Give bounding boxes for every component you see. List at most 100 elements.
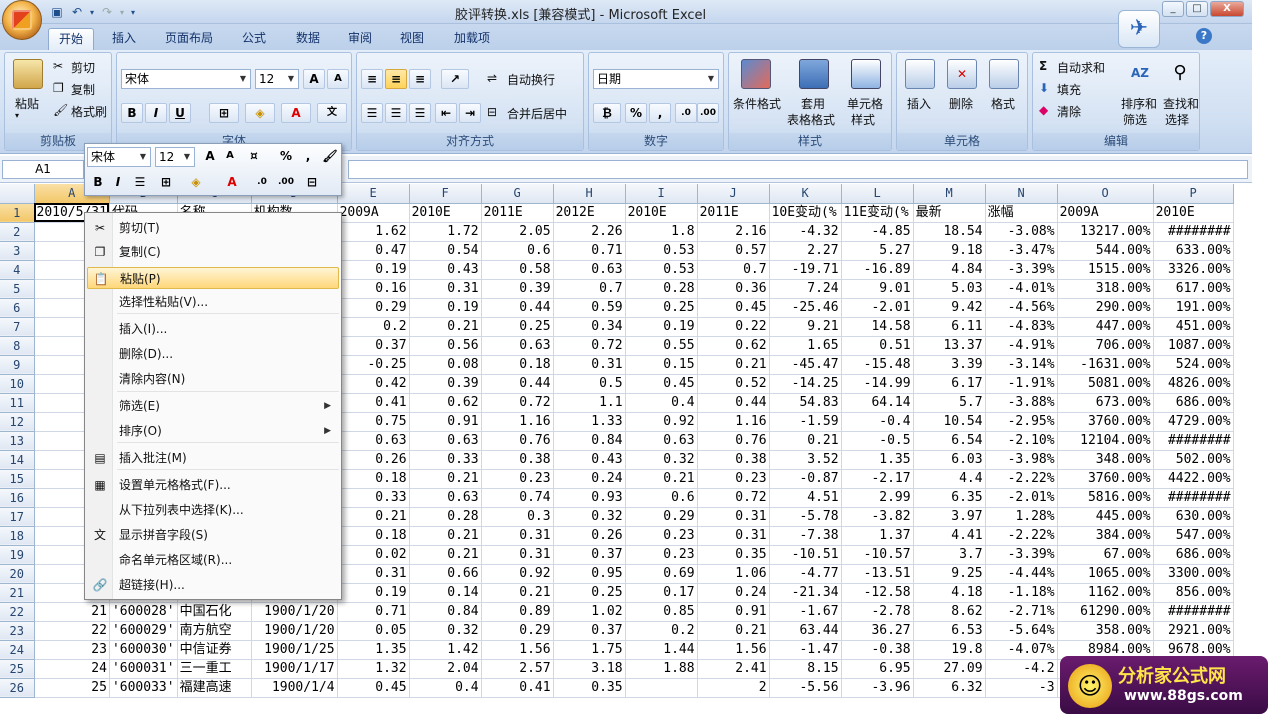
cell[interactable]: 0.29 xyxy=(625,507,698,527)
cell[interactable]: -2.01% xyxy=(985,488,1058,508)
cell[interactable]: 2.99 xyxy=(841,488,914,508)
paste-dropdown-icon[interactable]: ▾ xyxy=(15,111,19,120)
cell[interactable]: 0.22 xyxy=(697,317,770,337)
cell[interactable]: 12104.00% xyxy=(1057,431,1154,451)
mini-format-painter-icon[interactable]: 🖌 xyxy=(319,147,341,167)
cell[interactable]: 1.65 xyxy=(769,336,842,356)
maximize-button[interactable]: □ xyxy=(1186,1,1208,17)
cell[interactable]: 0.32 xyxy=(409,621,482,641)
cell[interactable]: 0.23 xyxy=(625,545,698,565)
cell[interactable]: -5.78 xyxy=(769,507,842,527)
cell[interactable]: 10.54 xyxy=(913,412,986,432)
cell[interactable]: 0.5 xyxy=(553,374,626,394)
cell[interactable]: 0.51 xyxy=(841,336,914,356)
cell[interactable]: 18.54 xyxy=(913,222,986,242)
cell[interactable]: -4.56% xyxy=(985,298,1058,318)
format-cells-button[interactable]: 格式 xyxy=(991,95,1015,112)
cell[interactable]: 0.36 xyxy=(697,279,770,299)
phonetic-icon[interactable]: 文 xyxy=(317,103,347,123)
column-header[interactable]: I xyxy=(625,184,698,204)
cell[interactable]: 0.23 xyxy=(697,469,770,489)
cell[interactable]: 0.4 xyxy=(409,678,482,698)
cell[interactable]: 1900/1/25 xyxy=(251,640,338,660)
cell[interactable]: 9.18 xyxy=(913,241,986,261)
cell[interactable]: 0.37 xyxy=(553,621,626,641)
cell[interactable]: 0.14 xyxy=(409,583,482,603)
cell[interactable]: 3.7 xyxy=(913,545,986,565)
cell[interactable]: -3 xyxy=(985,678,1058,698)
cell[interactable]: -4.77 xyxy=(769,564,842,584)
cell[interactable]: 1065.00% xyxy=(1057,564,1154,584)
column-header[interactable]: F xyxy=(409,184,482,204)
row-header[interactable]: 20 xyxy=(0,564,35,584)
cell[interactable]: 633.00% xyxy=(1153,241,1234,261)
cell[interactable]: 19.8 xyxy=(913,640,986,660)
cell[interactable]: 0.38 xyxy=(697,450,770,470)
mini-decrease-decimal-icon[interactable]: .00 xyxy=(275,173,297,193)
cell[interactable]: -4.01% xyxy=(985,279,1058,299)
cell[interactable]: 0.53 xyxy=(625,260,698,280)
mini-currency-icon[interactable]: ¤ xyxy=(243,147,265,167)
row-header[interactable]: 7 xyxy=(0,317,35,337)
cell[interactable]: -3.82 xyxy=(841,507,914,527)
tab-view[interactable]: 视图 xyxy=(390,28,434,50)
cell[interactable]: 0.2 xyxy=(337,317,410,337)
cell[interactable]: 0.54 xyxy=(409,241,482,261)
cell[interactable]: -10.57 xyxy=(841,545,914,565)
cell[interactable]: 0.66 xyxy=(409,564,482,584)
help-icon[interactable]: ? xyxy=(1196,28,1212,44)
cell[interactable]: -4.83% xyxy=(985,317,1058,337)
cell[interactable]: 0.21 xyxy=(769,431,842,451)
cell[interactable]: 4.4 xyxy=(913,469,986,489)
cell[interactable]: 23 xyxy=(34,640,110,660)
autosum-icon[interactable]: Σ xyxy=(1039,59,1047,73)
cell[interactable]: 0.32 xyxy=(625,450,698,470)
close-button[interactable]: X xyxy=(1210,1,1244,17)
cell[interactable]: 2.41 xyxy=(697,659,770,679)
cell[interactable]: 0.35 xyxy=(697,545,770,565)
cell[interactable]: 0.2 xyxy=(625,621,698,641)
cell[interactable]: 最新 xyxy=(913,203,986,223)
cell[interactable]: -4.44% xyxy=(985,564,1058,584)
mini-grow-font-icon[interactable]: A xyxy=(199,147,221,167)
cell[interactable]: 0.76 xyxy=(697,431,770,451)
cell[interactable]: 0.91 xyxy=(697,602,770,622)
cell[interactable]: -1.67 xyxy=(769,602,842,622)
cell[interactable]: 630.00% xyxy=(1153,507,1234,527)
number-format-combo[interactable]: 日期 ▼ xyxy=(593,69,719,89)
cell[interactable]: 福建高速 xyxy=(177,678,252,698)
minimize-button[interactable]: _ xyxy=(1162,1,1184,17)
cell[interactable]: 445.00% xyxy=(1057,507,1154,527)
cell[interactable]: -4.85 xyxy=(841,222,914,242)
context-menu-item[interactable]: 选择性粘贴(V)... xyxy=(87,291,339,313)
cell[interactable]: -15.48 xyxy=(841,355,914,375)
row-header[interactable]: 14 xyxy=(0,450,35,470)
row-header[interactable]: 23 xyxy=(0,621,35,641)
cell[interactable]: 673.00% xyxy=(1057,393,1154,413)
cell[interactable]: 0.69 xyxy=(625,564,698,584)
row-header[interactable]: 2 xyxy=(0,222,35,242)
column-header[interactable]: M xyxy=(913,184,986,204)
conditional-format-icon[interactable] xyxy=(741,59,771,89)
cell[interactable]: 1.44 xyxy=(625,640,698,660)
grow-font-button[interactable]: A xyxy=(303,69,325,89)
cell[interactable]: 1.16 xyxy=(481,412,554,432)
row-header[interactable]: 12 xyxy=(0,412,35,432)
cell[interactable]: 6.11 xyxy=(913,317,986,337)
cell[interactable]: 0.19 xyxy=(337,260,410,280)
cell[interactable]: -0.5 xyxy=(841,431,914,451)
cell[interactable]: -2.22% xyxy=(985,469,1058,489)
cell[interactable]: 0.21 xyxy=(625,469,698,489)
cell[interactable]: 24 xyxy=(34,659,110,679)
cell[interactable]: 0.19 xyxy=(337,583,410,603)
cell[interactable]: 1.75 xyxy=(553,640,626,660)
cell[interactable]: 0.72 xyxy=(553,336,626,356)
cell[interactable]: 1.33 xyxy=(553,412,626,432)
column-header[interactable]: K xyxy=(769,184,842,204)
cell[interactable]: 0.28 xyxy=(625,279,698,299)
redo-icon[interactable]: ↷ xyxy=(98,4,116,20)
cell[interactable]: 9.25 xyxy=(913,564,986,584)
cell[interactable]: 0.21 xyxy=(337,507,410,527)
fill-color-icon[interactable]: ◈ xyxy=(245,103,275,123)
cell[interactable]: 1.62 xyxy=(337,222,410,242)
